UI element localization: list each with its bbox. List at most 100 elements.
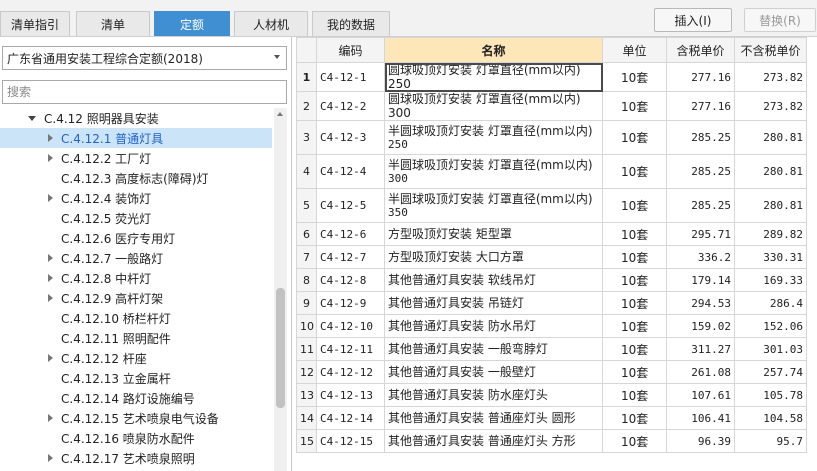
row-index-cell[interactable]: 6 — [296, 222, 317, 246]
name-column-header[interactable]: 名称 — [384, 37, 603, 63]
table-row[interactable]: 11 C4-12-11 其他普通灯具安装 一般弯脖灯 10套 311.27 301.03 — [296, 337, 807, 361]
price-notax-cell[interactable]: 301.03 — [734, 337, 807, 361]
unit-cell[interactable]: 10套 — [602, 222, 667, 246]
unit-cell[interactable]: 10套 — [602, 188, 667, 223]
code-cell[interactable]: C4-12-5 — [316, 188, 385, 223]
price-tax-cell[interactable]: 336.2 — [666, 245, 735, 269]
table-row[interactable]: 4 C4-12-4 半圆球吸顶灯安装 灯罩直径(mm以内) 300 10套 285.25 2… — [296, 154, 807, 189]
table-row[interactable]: 3 C4-12-3 半圆球吸顶灯安装 灯罩直径(mm以内) 250 10套 285.25 2… — [296, 120, 807, 155]
price-notax-cell[interactable]: 280.81 — [734, 154, 807, 189]
tree-node[interactable]: C.4.12.8 中杆灯 — [0, 268, 272, 288]
collapsed-caret-icon[interactable] — [48, 154, 53, 162]
price-tax-cell[interactable]: 179.14 — [666, 268, 735, 292]
name-cell[interactable]: 其他普通灯具安装 软线吊灯 — [384, 268, 603, 292]
price-tax-cell[interactable]: 106.41 — [666, 406, 735, 430]
code-cell[interactable]: C4-12-14 — [316, 406, 385, 430]
collapsed-caret-icon[interactable] — [48, 134, 53, 142]
collapsed-caret-icon[interactable] — [48, 194, 53, 202]
table-row[interactable]: 1 C4-12-1 圆球吸顶灯安装 灯罩直径(mm以内) 250 10套 277.16 2… — [296, 62, 807, 92]
row-index-cell[interactable]: 9 — [296, 291, 317, 315]
price-tax-column-header[interactable]: 含税单价 — [666, 37, 735, 63]
tab-labor-material-machine[interactable]: 人材机 — [234, 11, 308, 36]
name-cell[interactable]: 圆球吸顶灯安装 灯罩直径(mm以内) 300 — [384, 91, 603, 121]
name-cell[interactable]: 半圆球吸顶灯安装 灯罩直径(mm以内) 250 — [384, 120, 603, 155]
unit-cell[interactable]: 10套 — [602, 91, 667, 121]
tab-list-guide[interactable]: 清单指引 — [0, 11, 70, 36]
replace-button[interactable]: 替换(R) — [744, 8, 816, 32]
collapsed-caret-icon[interactable] — [48, 254, 53, 262]
tree-node[interactable]: C.4.12.4 装饰灯 — [0, 188, 272, 208]
price-tax-cell[interactable]: 107.61 — [666, 383, 735, 407]
table-row[interactable]: 15 C4-12-15 其他普通灯具安装 普通座灯头 方形 10套 96.39 95.7 — [296, 429, 807, 453]
unit-cell[interactable]: 10套 — [602, 120, 667, 155]
table-row[interactable]: 6 C4-12-6 方型吸顶灯安装 矩型罩 10套 295.71 289.82 — [296, 222, 807, 246]
tree-node[interactable]: C.4.12.11 照明配件 — [0, 328, 272, 348]
unit-cell[interactable]: 10套 — [602, 154, 667, 189]
row-index-cell[interactable]: 5 — [296, 188, 317, 223]
scrollbar-thumb[interactable] — [276, 288, 285, 408]
name-cell[interactable]: 其他普通灯具安装 普通座灯头 方形 — [384, 429, 603, 453]
code-cell[interactable]: C4-12-2 — [316, 91, 385, 121]
code-cell[interactable]: C4-12-13 — [316, 383, 385, 407]
code-cell[interactable]: C4-12-3 — [316, 120, 385, 155]
row-index-cell[interactable]: 4 — [296, 154, 317, 189]
search-input[interactable] — [2, 80, 287, 104]
table-row[interactable]: 14 C4-12-14 其他普通灯具安装 普通座灯头 圆形 10套 106.41 104.… — [296, 406, 807, 430]
tree-node[interactable]: C.4.12.14 路灯设施编号 — [0, 388, 272, 408]
code-cell[interactable]: C4-12-1 — [316, 62, 385, 92]
table-row[interactable]: 9 C4-12-9 其他普通灯具安装 吊链灯 10套 294.53 286.4 — [296, 291, 807, 315]
expanded-caret-icon[interactable] — [28, 115, 36, 121]
tab-bill[interactable]: 清单 — [76, 11, 150, 36]
unit-column-header[interactable]: 单位 — [602, 37, 667, 63]
row-index-cell[interactable]: 10 — [296, 314, 317, 338]
price-notax-cell[interactable]: 286.4 — [734, 291, 807, 315]
table-row[interactable]: 5 C4-12-5 半圆球吸顶灯安装 灯罩直径(mm以内) 350 10套 285.25 2… — [296, 188, 807, 223]
unit-cell[interactable]: 10套 — [602, 429, 667, 453]
price-notax-cell[interactable]: 280.81 — [734, 120, 807, 155]
collapsed-caret-icon[interactable] — [48, 414, 53, 422]
row-index-cell[interactable]: 7 — [296, 245, 317, 269]
code-column-header[interactable]: 编码 — [316, 37, 385, 63]
price-notax-cell[interactable]: 257.74 — [734, 360, 807, 384]
unit-cell[interactable]: 10套 — [602, 337, 667, 361]
price-tax-cell[interactable]: 311.27 — [666, 337, 735, 361]
name-cell[interactable]: 半圆球吸顶灯安装 灯罩直径(mm以内) 350 — [384, 188, 603, 223]
code-cell[interactable]: C4-12-9 — [316, 291, 385, 315]
tree-node[interactable]: C.4.12.2 工厂灯 — [0, 148, 272, 168]
price-tax-cell[interactable]: 96.39 — [666, 429, 735, 453]
tree-node[interactable]: C.4.12.9 高杆灯架 — [0, 288, 272, 308]
price-tax-cell[interactable]: 294.53 — [666, 291, 735, 315]
row-index-cell[interactable]: 1 — [296, 62, 317, 92]
row-index-cell[interactable]: 2 — [296, 91, 317, 121]
collapsed-caret-icon[interactable] — [48, 354, 53, 362]
table-row[interactable]: 12 C4-12-12 其他普通灯具安装 一般壁灯 10套 261.08 257.74 — [296, 360, 807, 384]
row-index-cell[interactable]: 13 — [296, 383, 317, 407]
table-row[interactable]: 2 C4-12-2 圆球吸顶灯安装 灯罩直径(mm以内) 300 10套 277.16 2… — [296, 91, 807, 121]
unit-cell[interactable]: 10套 — [602, 291, 667, 315]
tree-node[interactable]: C.4.12.6 医疗专用灯 — [0, 228, 272, 248]
name-cell[interactable]: 半圆球吸顶灯安装 灯罩直径(mm以内) 300 — [384, 154, 603, 189]
row-index-cell[interactable]: 14 — [296, 406, 317, 430]
price-notax-cell[interactable]: 330.31 — [734, 245, 807, 269]
code-cell[interactable]: C4-12-10 — [316, 314, 385, 338]
price-tax-cell[interactable]: 285.25 — [666, 188, 735, 223]
price-notax-cell[interactable]: 104.58 — [734, 406, 807, 430]
unit-cell[interactable]: 10套 — [602, 406, 667, 430]
tree-node[interactable]: C.4.12.7 一般路灯 — [0, 248, 272, 268]
name-cell[interactable]: 其他普通灯具安装 一般弯脖灯 — [384, 337, 603, 361]
name-cell[interactable]: 其他普通灯具安装 一般壁灯 — [384, 360, 603, 384]
tree-node[interactable]: C.4.12.12 杆座 — [0, 348, 272, 368]
tree-node[interactable]: C.4.12.3 高度标志(障碍)灯 — [0, 168, 272, 188]
table-row[interactable]: 8 C4-12-8 其他普通灯具安装 软线吊灯 10套 179.14 169.33 — [296, 268, 807, 292]
row-index-cell[interactable]: 15 — [296, 429, 317, 453]
quota-library-select[interactable]: 广东省通用安装工程综合定额(2018) — [2, 46, 287, 70]
row-index-cell[interactable]: 8 — [296, 268, 317, 292]
tree-node[interactable]: C.4.12.10 桥栏杆灯 — [0, 308, 272, 328]
price-notax-cell[interactable]: 280.81 — [734, 188, 807, 223]
price-notax-cell[interactable]: 95.7 — [734, 429, 807, 453]
unit-cell[interactable]: 10套 — [602, 383, 667, 407]
name-cell[interactable]: 圆球吸顶灯安装 灯罩直径(mm以内) 250 — [384, 62, 603, 92]
row-index-cell[interactable]: 11 — [296, 337, 317, 361]
table-row[interactable]: 13 C4-12-13 其他普通灯具安装 防水座灯头 10套 107.61 105.78 — [296, 383, 807, 407]
table-row[interactable]: 7 C4-12-7 方型吸顶灯安装 大口方罩 10套 336.2 330.31 — [296, 245, 807, 269]
